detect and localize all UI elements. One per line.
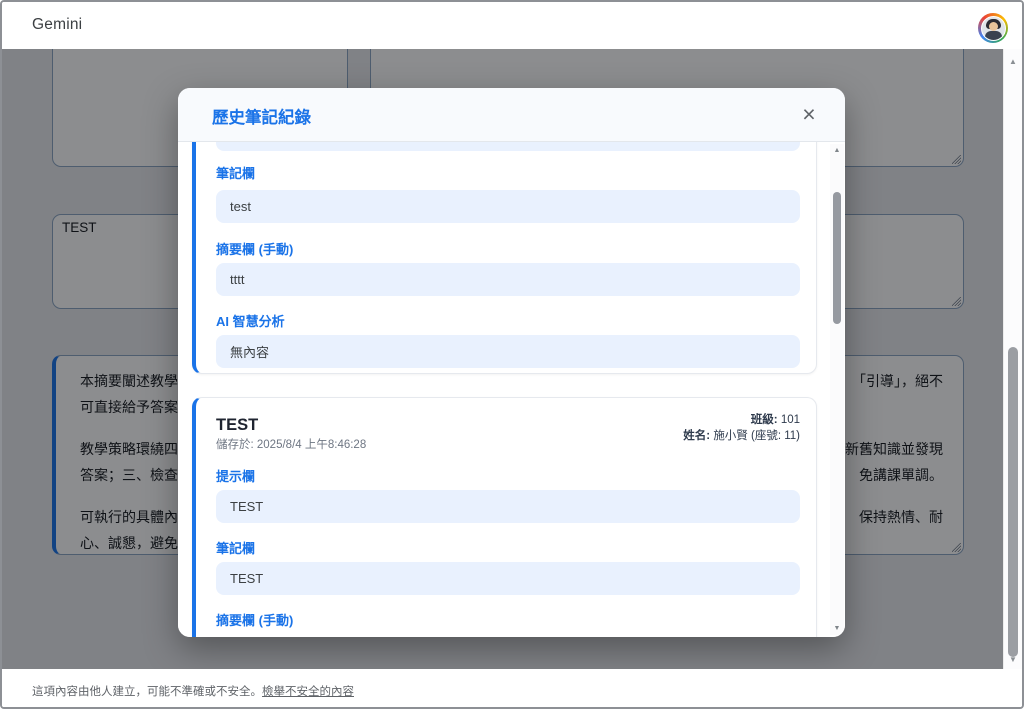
avatar-image [980, 15, 1006, 41]
record-student: 姓名: 施小賢 (座號: 11) [683, 428, 800, 444]
scroll-down-icon[interactable]: ▼ [830, 625, 844, 632]
disclaimer-text: 這項內容由他人建立，可能不準確或不安全。檢舉不安全的內容 [32, 683, 354, 699]
modal-scrollbar-thumb[interactable] [833, 192, 841, 324]
field-value-box: TEST [216, 562, 800, 595]
field-label: AI 智慧分析 [216, 314, 285, 329]
record-meta: 班級: 101 姓名: 施小賢 (座號: 11) [683, 412, 800, 444]
field-value-box: tttt [216, 263, 800, 296]
history-notes-modal: 歷史筆記紀錄 × 筆記欄 test 摘要欄 (手動) tttt AI 智慧分析 … [178, 88, 845, 637]
page-scrollbar-thumb[interactable] [1008, 347, 1018, 657]
field-value-box: test [216, 190, 800, 223]
modal-title: 歷史筆記紀錄 [212, 109, 311, 127]
name-label: 姓名: [683, 430, 711, 442]
class-value: 101 [780, 414, 800, 426]
report-unsafe-link[interactable]: 檢舉不安全的內容 [262, 686, 354, 698]
close-icon[interactable]: × [793, 99, 825, 131]
scroll-up-icon[interactable]: ▲ [830, 147, 844, 154]
modal-scrollbar[interactable]: ▲ ▼ [830, 144, 844, 635]
app-window: TEST 本摘要闡述教學 可直接給予答案 教學策略環繞四 答案；三、檢查 可執行… [0, 0, 1024, 709]
name-value: 施小賢 (座號: 11) [713, 430, 800, 442]
modal-body: 筆記欄 test 摘要欄 (手動) tttt AI 智慧分析 無內容 TEST … [178, 142, 845, 637]
disclaimer-label: 這項內容由他人建立，可能不準確或不安全。 [32, 686, 262, 698]
scroll-down-icon[interactable]: ▼ [1004, 655, 1022, 664]
top-bar: Gemini [2, 2, 1022, 49]
bottom-bar: 這項內容由他人建立，可能不準確或不安全。檢舉不安全的內容 程式碼 ✓ 預覽 複製… [2, 669, 1022, 707]
record-card-2: TEST 儲存於: 2025/8/4 上午8:46:28 班級: 101 姓名:… [192, 397, 817, 637]
class-label: 班級: [750, 414, 778, 426]
field-value-box: 無內容 [216, 335, 800, 368]
scroll-up-icon[interactable]: ▲ [1004, 57, 1022, 66]
field-label: 摘要欄 (手動) [216, 242, 294, 257]
field-box-partial [216, 142, 800, 151]
field-label: 筆記欄 [216, 541, 256, 556]
modal-header: 歷史筆記紀錄 × [178, 88, 845, 142]
record-card-1: 筆記欄 test 摘要欄 (手動) tttt AI 智慧分析 無內容 [192, 142, 817, 374]
record-class: 班級: 101 [683, 412, 800, 428]
avatar[interactable] [978, 13, 1008, 43]
field-value-box: TEST [216, 490, 800, 523]
field-label: 提示欄 [216, 469, 256, 484]
page-scrollbar[interactable]: ▲ ▼ [1003, 49, 1022, 669]
field-label: 筆記欄 [216, 166, 256, 181]
gemini-brand: Gemini [32, 16, 83, 33]
field-label: 摘要欄 (手動) [216, 613, 294, 628]
